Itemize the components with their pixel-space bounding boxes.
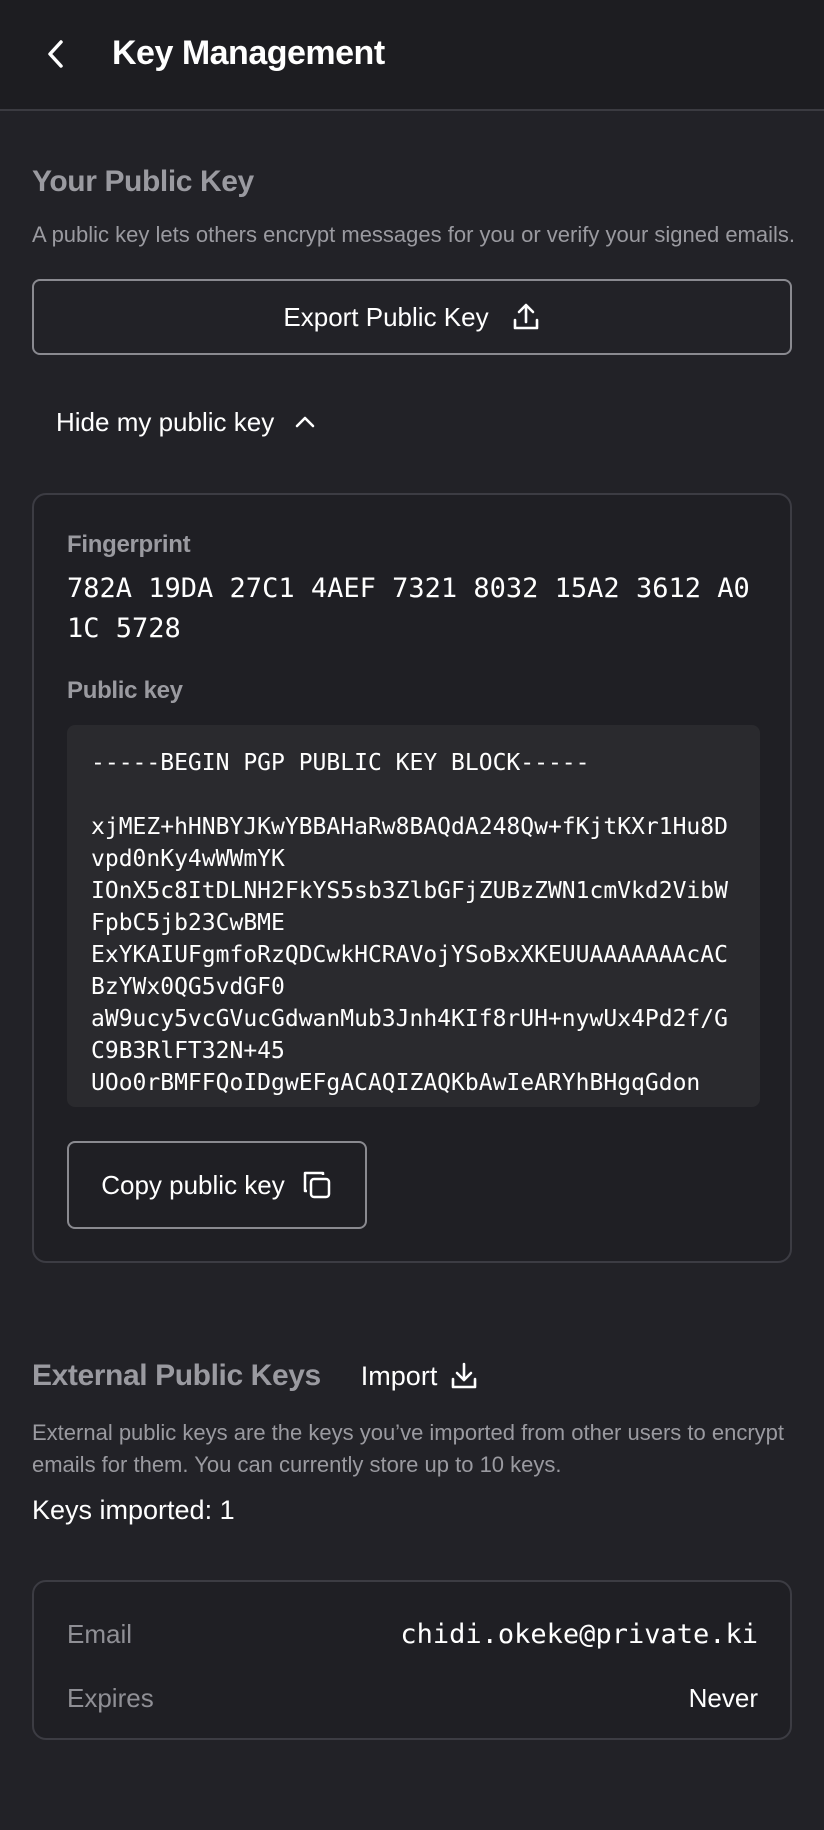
- import-label: Import: [360, 1360, 438, 1391]
- public-key-card: Fingerprint 782A 19DA 27C1 4AEF 7321 803…: [32, 493, 792, 1263]
- public-key-description: A public key lets others encrypt message…: [32, 222, 796, 247]
- email-value: chidi.okeke@private.ki: [400, 1618, 758, 1650]
- toggle-label: Hide my public key: [56, 406, 275, 437]
- copy-public-key-button[interactable]: Copy public key: [67, 1141, 367, 1229]
- expires-label: Expires: [67, 1682, 154, 1713]
- email-label: Email: [67, 1618, 133, 1649]
- fingerprint-value: 782A 19DA 27C1 4AEF 7321 8032 15A2 3612 …: [67, 573, 750, 644]
- external-keys-description: External public keys are the keys you’ve…: [32, 1420, 785, 1477]
- email-row: Email chidi.okeke@private.ki: [67, 1616, 758, 1652]
- public-key-block[interactable]: -----BEGIN PGP PUBLIC KEY BLOCK----- xjM…: [67, 725, 760, 1107]
- expires-value: Never: [688, 1682, 758, 1713]
- hide-public-key-toggle[interactable]: Hide my public key: [32, 405, 792, 439]
- chevron-left-icon: [48, 40, 63, 68]
- download-icon: [452, 1362, 477, 1389]
- export-public-key-label: Export Public Key: [283, 301, 489, 332]
- upload-icon: [513, 303, 538, 330]
- external-key-card[interactable]: Email chidi.okeke@private.ki Expires Nev…: [32, 1580, 792, 1740]
- page-title: Key Management: [112, 34, 385, 72]
- external-keys-title: External Public Keys: [32, 1359, 321, 1392]
- public-key-section-title: Your Public Key: [32, 165, 254, 198]
- fingerprint-label: Fingerprint: [67, 531, 191, 558]
- copy-icon: [303, 1171, 331, 1199]
- chevron-up-icon: [295, 416, 315, 428]
- main-content: Your Public Key A public key lets others…: [0, 165, 824, 1740]
- public-key-label: Public key: [67, 677, 183, 704]
- keys-imported-count: Keys imported: 1: [32, 1495, 235, 1525]
- app-header: Key Management: [0, 0, 824, 111]
- import-button[interactable]: Import: [361, 1361, 480, 1392]
- back-button[interactable]: [36, 34, 76, 74]
- expires-row: Expires Never: [67, 1680, 758, 1716]
- external-keys-header: External Public Keys Import: [32, 1359, 792, 1393]
- copy-public-key-label: Copy public key: [101, 1169, 285, 1200]
- export-public-key-button[interactable]: Export Public Key: [32, 279, 792, 355]
